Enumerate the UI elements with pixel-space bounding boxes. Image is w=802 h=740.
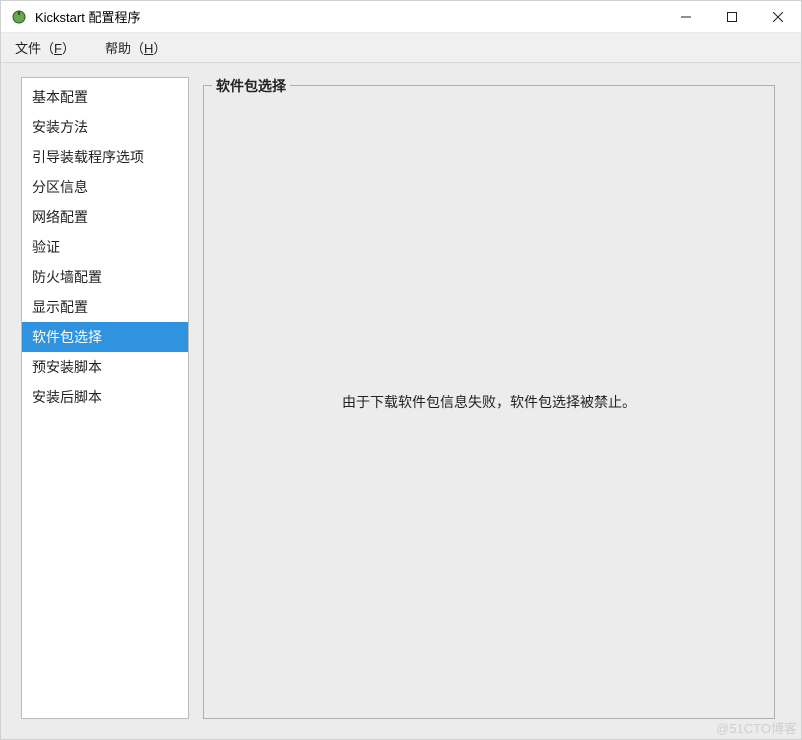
menu-file[interactable]: 文件（F）: [9, 35, 81, 60]
maximize-icon: [727, 12, 737, 22]
app-window: Kickstart 配置程序 文件（F） 帮助（H） 基本配置安装方法引导装载程…: [0, 0, 802, 740]
sidebar-item-0[interactable]: 基本配置: [22, 82, 188, 112]
client-area: 基本配置安装方法引导装载程序选项分区信息网络配置验证防火墙配置显示配置软件包选择…: [1, 63, 801, 739]
status-message: 由于下载软件包信息失败，软件包选择被禁止。: [342, 392, 636, 412]
sidebar-item-3[interactable]: 分区信息: [22, 172, 188, 202]
window-controls: [663, 1, 801, 32]
sidebar-item-4[interactable]: 网络配置: [22, 202, 188, 232]
sidebar-item-10[interactable]: 安装后脚本: [22, 382, 188, 412]
minimize-icon: [681, 12, 691, 22]
watermark: @51CTO博客: [716, 718, 797, 737]
window-title: Kickstart 配置程序: [35, 7, 140, 26]
menu-file-label: 文件: [15, 41, 41, 56]
close-button[interactable]: [755, 1, 801, 32]
menu-help-label: 帮助: [105, 41, 131, 56]
content-group: 软件包选择 由于下载软件包信息失败，软件包选择被禁止。: [203, 85, 775, 719]
sidebar[interactable]: 基本配置安装方法引导装载程序选项分区信息网络配置验证防火墙配置显示配置软件包选择…: [21, 77, 189, 719]
maximize-button[interactable]: [709, 1, 755, 32]
group-title: 软件包选择: [212, 76, 290, 96]
sidebar-item-8[interactable]: 软件包选择: [22, 322, 188, 352]
sidebar-item-6[interactable]: 防火墙配置: [22, 262, 188, 292]
sidebar-item-9[interactable]: 预安装脚本: [22, 352, 188, 382]
close-icon: [773, 12, 783, 22]
app-icon: [11, 9, 27, 25]
titlebar: Kickstart 配置程序: [1, 1, 801, 33]
group-body: 由于下载软件包信息失败，软件包选择被禁止。: [204, 86, 774, 718]
sidebar-item-2[interactable]: 引导装载程序选项: [22, 142, 188, 172]
sidebar-item-1[interactable]: 安装方法: [22, 112, 188, 142]
sidebar-item-7[interactable]: 显示配置: [22, 292, 188, 322]
menu-help[interactable]: 帮助（H）: [99, 35, 172, 60]
content-area: 软件包选择 由于下载软件包信息失败，软件包选择被禁止。: [203, 77, 775, 719]
minimize-button[interactable]: [663, 1, 709, 32]
menubar: 文件（F） 帮助（H）: [1, 33, 801, 63]
sidebar-item-5[interactable]: 验证: [22, 232, 188, 262]
